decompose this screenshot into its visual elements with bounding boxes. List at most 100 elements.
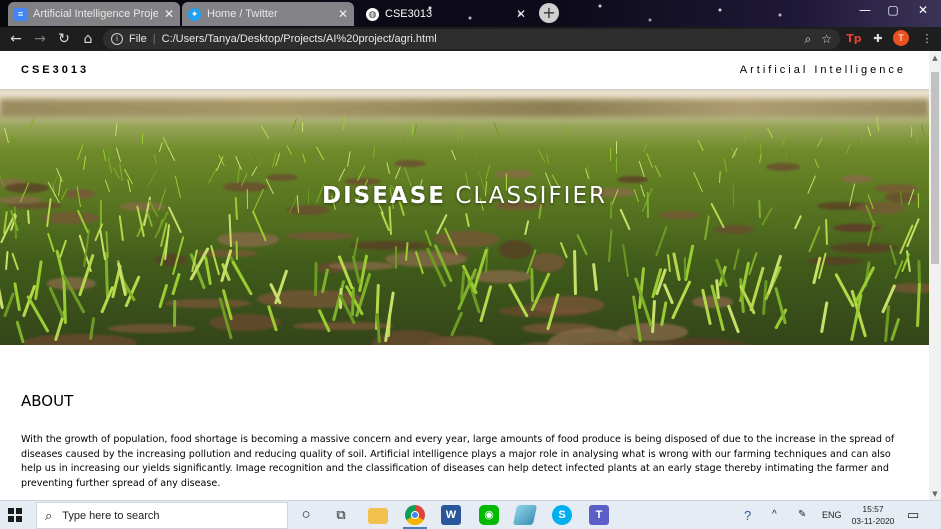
pen-icon[interactable]: ✎ [798, 509, 806, 529]
profile-avatar[interactable]: T [893, 30, 909, 46]
sprout-blade [4, 127, 10, 144]
reload-icon[interactable]: ↻ [54, 29, 74, 49]
sprout-blade [727, 303, 741, 333]
scrollbar-thumb[interactable] [931, 72, 939, 264]
tab-twitter[interactable]: ✦ Home / Twitter ✕ [182, 2, 354, 26]
hero-title-light: CLASSIFIER [455, 183, 607, 209]
soil-clump [216, 231, 279, 247]
line-icon[interactable]: ◉ [479, 505, 499, 525]
address-url[interactable]: C:/Users/Tanya/Desktop/Projects/AI%20pro… [162, 33, 437, 45]
sprout-blade [621, 243, 630, 277]
sprout-blade [461, 130, 463, 142]
sprout-blade [744, 128, 749, 142]
sprout-blade [167, 147, 176, 161]
sprout-blade [401, 136, 405, 149]
close-tab-icon[interactable]: ✕ [164, 7, 174, 21]
sprout-blade [766, 127, 773, 138]
soil-clump [42, 211, 100, 224]
sprout-blade [785, 147, 790, 158]
sprout-blade [54, 172, 59, 184]
restore-icon[interactable]: ▢ [878, 0, 908, 22]
extension-tp-icon[interactable]: Tp [845, 30, 863, 48]
info-icon[interactable]: i [111, 33, 123, 45]
sprout-blade [170, 273, 181, 297]
powershell-icon[interactable] [512, 505, 538, 525]
tab-google-docs[interactable]: ≡ Artificial Intelligence Project - G ✕ [8, 2, 180, 26]
skype-icon[interactable]: S [552, 505, 572, 525]
sprout-blade [13, 282, 22, 311]
sprout-blade [642, 142, 648, 153]
about-paragraph: With the growth of population, food shor… [21, 434, 895, 489]
menu-dots-icon[interactable]: ⋮ [918, 30, 936, 48]
soil-clump [23, 334, 137, 345]
teams-icon[interactable]: T [589, 505, 609, 525]
scroll-up-arrow-icon[interactable]: ▲ [929, 52, 941, 64]
soil-clump [829, 242, 899, 254]
back-arrow-icon[interactable]: ← [6, 29, 26, 49]
taskbar-search-placeholder: Type here to search [62, 509, 160, 522]
extensions-puzzle-icon[interactable]: ✚ [869, 30, 887, 48]
windows-taskbar: ⌕ Type here to search ○ ⧉ W ◉ S T ? ^ ✎ … [0, 500, 941, 529]
help-icon[interactable]: ? [744, 508, 751, 529]
sprout-blade [857, 135, 861, 151]
task-view-icon[interactable]: ⧉ [331, 505, 351, 525]
sprout-blade [666, 253, 671, 273]
cortana-icon[interactable]: ○ [296, 505, 316, 525]
show-hidden-icons-chevron-icon[interactable]: ^ [772, 509, 777, 529]
sprout-blade [921, 124, 926, 139]
windows-start-icon[interactable] [8, 508, 22, 522]
hero-banner: DISEASE CLASSIFIER [0, 89, 929, 345]
sprout-blade [807, 226, 821, 254]
soil-clump [659, 210, 702, 219]
sprout-blade [394, 246, 398, 270]
notifications-icon[interactable]: ▭ [907, 507, 919, 529]
chrome-icon[interactable] [405, 505, 425, 525]
sprout-blade [33, 260, 43, 301]
bookmark-star-icon[interactable]: ☆ [821, 32, 832, 46]
sprout-blade [820, 301, 830, 334]
tab-title: Artificial Intelligence Project - G [33, 8, 158, 20]
sprout-blade [450, 311, 464, 337]
taskbar-search-box[interactable]: ⌕ Type here to search [36, 502, 288, 529]
close-tab-icon[interactable]: ✕ [516, 7, 526, 21]
sprout-blade [114, 123, 117, 137]
clock-date: 03-11-2020 [851, 516, 895, 526]
new-tab-button[interactable]: + [539, 3, 559, 23]
sprout-blade [158, 142, 163, 152]
soil-clump [577, 342, 680, 345]
home-icon[interactable]: ⌂ [78, 29, 98, 49]
minimize-icon[interactable]: — [850, 0, 880, 22]
tab-cse3013[interactable]: ◍ CSE3013 ✕ [360, 2, 532, 26]
address-bar[interactable]: i File | C:/Users/Tanya/Desktop/Projects… [103, 29, 840, 49]
sprout-blade [655, 225, 669, 257]
sprout-blade [591, 263, 598, 292]
sprout-blade [395, 166, 402, 179]
about-heading: ABOUT [21, 392, 74, 410]
nav-link-artificial-intelligence[interactable]: Artificial Intelligence [740, 64, 906, 76]
language-indicator[interactable]: ENG [822, 510, 842, 529]
sprout-blade [228, 213, 232, 247]
sprout-blade [47, 232, 56, 252]
forward-arrow-icon[interactable]: → [30, 29, 50, 49]
close-tab-icon[interactable]: ✕ [338, 7, 348, 21]
soil-clump [714, 224, 755, 235]
sprout-blade [576, 234, 588, 257]
sprout-blade [386, 161, 390, 175]
sprout-blade [825, 218, 829, 245]
sprout-blade [350, 287, 355, 317]
soil-clump [434, 231, 499, 247]
sprout-blade [26, 294, 51, 334]
word-icon[interactable]: W [441, 505, 461, 525]
sprout-blade [660, 300, 668, 327]
site-brand[interactable]: CSE3013 [21, 64, 89, 76]
close-window-icon[interactable]: ✕ [908, 0, 938, 22]
taskbar-clock[interactable]: 15:57 03-11-2020 [848, 503, 898, 527]
sprout-blade [258, 157, 265, 168]
scroll-down-arrow-icon[interactable]: ▼ [929, 488, 941, 500]
zoom-search-icon[interactable]: ⌕ [805, 32, 812, 47]
address-scheme: File [129, 33, 147, 45]
file-explorer-icon[interactable] [368, 508, 388, 524]
sprout-blade [607, 228, 613, 262]
sprout-blade [388, 205, 392, 235]
sprout-blade [413, 124, 417, 136]
